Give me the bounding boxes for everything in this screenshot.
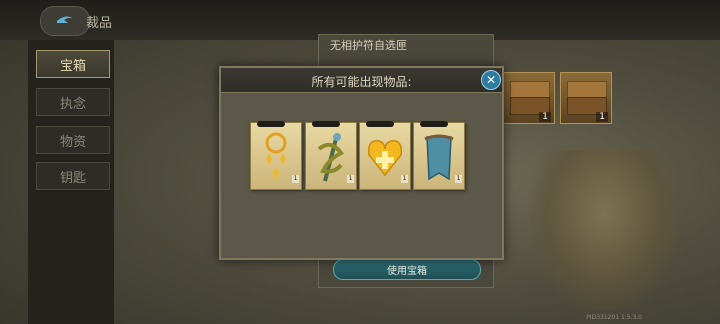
back-button[interactable]: [40, 6, 90, 36]
chest-quantity: 1: [539, 112, 551, 122]
item-card[interactable]: 1: [305, 121, 357, 190]
rarity-dots: [312, 121, 340, 127]
back-arrow-icon: [57, 16, 73, 23]
dialog-title: 所有可能出现物品:: [311, 75, 412, 89]
blue-cloth-talisman-icon: [424, 134, 454, 181]
tab-keys[interactable]: 钥匙: [36, 162, 110, 190]
dialog-header: 所有可能出现物品: ✕: [221, 68, 502, 93]
golden-heart-talisman-icon: [367, 140, 403, 177]
version-label: PID331201 1.5.3.0: [586, 314, 642, 321]
page-title: 裁品: [86, 16, 113, 31]
sidebar: 宝箱 执念 物资 钥匙: [28, 40, 114, 324]
chest-slot[interactable]: 1: [503, 72, 555, 124]
rarity-dots: [257, 121, 285, 127]
background-rock: [530, 150, 680, 310]
tab-chest[interactable]: 宝箱: [36, 50, 110, 78]
item-card[interactable]: 1: [413, 121, 465, 190]
item-quantity: 1: [401, 175, 408, 183]
tab-supplies[interactable]: 物资: [36, 126, 110, 154]
chest-detail-title: 无相护符自选匣: [330, 39, 407, 52]
item-quantity: 1: [455, 175, 462, 183]
item-card[interactable]: 1: [359, 121, 411, 190]
item-quantity: 1: [292, 175, 299, 183]
golden-ring-talisman-icon: [265, 132, 287, 181]
close-button[interactable]: ✕: [481, 70, 501, 90]
vine-staff-talisman-icon: [317, 133, 344, 182]
item-card[interactable]: 1: [250, 121, 302, 190]
possible-items-dialog: 所有可能出现物品: ✕ 1 1 1 1: [219, 66, 504, 260]
item-quantity: 1: [347, 175, 354, 183]
rarity-dots: [366, 121, 394, 127]
chest-quantity: 1: [596, 112, 608, 122]
chest-slot[interactable]: 1: [560, 72, 612, 124]
tab-obsession[interactable]: 执念: [36, 88, 110, 116]
rarity-dots: [420, 121, 448, 127]
use-chest-button[interactable]: 使用宝箱: [333, 259, 481, 280]
